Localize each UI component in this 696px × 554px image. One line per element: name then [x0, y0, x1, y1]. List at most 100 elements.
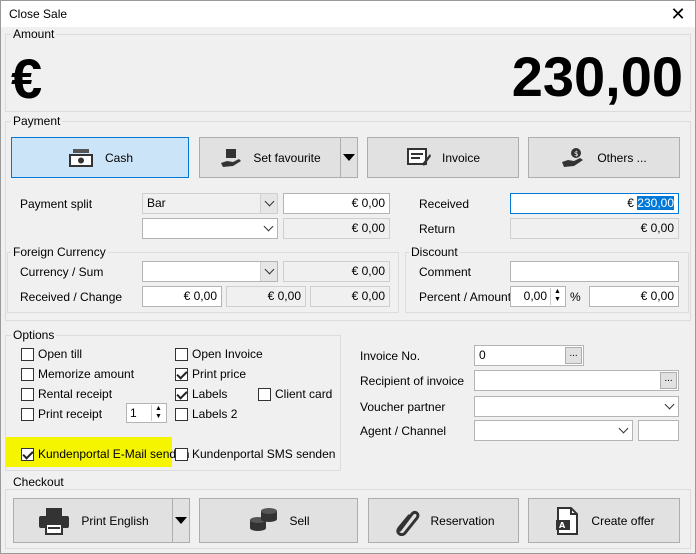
- checkbox-icon: [258, 387, 271, 401]
- labels-checkbox[interactable]: Labels: [175, 387, 227, 401]
- portal-email-label: Kundenportal E-Mail senden: [38, 447, 190, 461]
- memorize-amount-label: Memorize amount: [38, 367, 135, 381]
- amount-value: 230,00: [511, 45, 683, 108]
- checkbox-icon: [175, 347, 188, 361]
- close-icon[interactable]: ✕: [667, 3, 689, 25]
- browse-button[interactable]: ...: [660, 372, 677, 389]
- invoice-no-input[interactable]: 0 ...: [474, 345, 584, 366]
- checkbox-checked-icon: [21, 447, 34, 461]
- currency-sum-label: Currency / Sum: [20, 265, 104, 279]
- percent-stepper[interactable]: 0,00 ▲ ▼: [510, 286, 566, 307]
- others-label: Others ...: [597, 150, 647, 165]
- payment-split-method2-select[interactable]: [142, 218, 278, 239]
- open-invoice-checkbox[interactable]: Open Invoice: [175, 347, 263, 361]
- checkbox-icon: [21, 367, 34, 381]
- set-favourite-label: Set favourite: [253, 150, 321, 165]
- memorize-amount-checkbox[interactable]: Memorize amount: [21, 367, 134, 381]
- print-dropdown-button[interactable]: [172, 498, 190, 543]
- hand-box-icon: [221, 148, 242, 167]
- title-bar: Close Sale ✕: [1, 1, 695, 27]
- chevron-down-icon: [661, 397, 678, 416]
- checkbox-checked-icon: [175, 387, 188, 401]
- print-price-label: Print price: [192, 367, 247, 381]
- client-card-checkbox[interactable]: Client card: [258, 387, 332, 401]
- client-card-label: Client card: [275, 387, 333, 401]
- options-label: Options: [11, 328, 57, 342]
- dropdown-arrow-icon: [343, 154, 355, 161]
- labels2-label: Labels 2: [192, 407, 238, 421]
- spin-icon[interactable]: ▲ ▼: [550, 288, 564, 305]
- received-prefix: €: [627, 196, 638, 210]
- labels2-checkbox[interactable]: Labels 2: [175, 407, 237, 421]
- printer-icon: [39, 507, 70, 535]
- foreign-currency-label: Foreign Currency: [11, 245, 108, 259]
- checkout-label: Checkout: [11, 475, 66, 489]
- return-label: Return: [419, 222, 456, 236]
- chevron-down-icon: [260, 194, 277, 213]
- invoice-no-label: Invoice No.: [360, 349, 421, 363]
- rental-receipt-checkbox[interactable]: Rental receipt: [21, 387, 112, 401]
- print-receipt-label: Print receipt: [38, 407, 103, 421]
- spin-icon[interactable]: ▲ ▼: [151, 405, 165, 421]
- svg-text:A: A: [559, 521, 566, 530]
- payment-split-amount-input[interactable]: € 0,00: [283, 193, 390, 214]
- currency-select[interactable]: [142, 261, 278, 282]
- hand-coin-icon: $: [562, 147, 584, 167]
- others-button[interactable]: $ Others ...: [528, 137, 680, 178]
- percent-value: 0,00: [523, 289, 547, 303]
- print-english-button[interactable]: Print English: [13, 498, 173, 543]
- comment-input[interactable]: [510, 261, 679, 282]
- payment-split-label: Payment split: [20, 197, 93, 211]
- received-value: 230,00: [637, 196, 674, 210]
- sell-button[interactable]: Sell: [199, 498, 358, 543]
- currency-sum-value: € 0,00: [283, 261, 390, 282]
- received-label: Received: [419, 197, 470, 211]
- browse-button[interactable]: ...: [565, 347, 582, 364]
- open-till-label: Open till: [38, 347, 83, 361]
- invoice-button[interactable]: Invoice: [367, 137, 519, 178]
- payment-label: Payment: [11, 114, 63, 128]
- create-offer-button[interactable]: A Create offer: [528, 498, 680, 543]
- checkbox-icon: [21, 387, 34, 401]
- checkbox-icon: [175, 447, 188, 461]
- payment-split-method-select[interactable]: Bar: [142, 193, 278, 214]
- comment-label: Comment: [419, 265, 472, 279]
- cash-icon: [68, 148, 93, 167]
- create-offer-label: Create offer: [591, 513, 655, 528]
- checkbox-icon: [21, 407, 34, 421]
- set-favourite-button[interactable]: Set favourite: [199, 137, 341, 178]
- percent-sign: %: [570, 290, 581, 304]
- print-price-checkbox[interactable]: Print price: [175, 367, 246, 381]
- cash-label: Cash: [104, 150, 133, 165]
- favourite-dropdown-button[interactable]: [340, 137, 358, 178]
- print-english-label: Print English: [81, 513, 149, 528]
- invoice-no-value: 0: [479, 348, 486, 362]
- discount-amount-input[interactable]: € 0,00: [589, 286, 679, 307]
- portal-email-checkbox[interactable]: Kundenportal E-Mail senden: [21, 447, 189, 461]
- amount-label: Amount: [11, 27, 57, 41]
- portal-sms-checkbox[interactable]: Kundenportal SMS senden: [175, 447, 335, 461]
- window-title: Close Sale: [9, 7, 68, 21]
- document-icon: A: [556, 506, 579, 535]
- return-value: € 0,00: [510, 218, 679, 239]
- agent-channel-select[interactable]: [474, 420, 633, 441]
- recipient-input[interactable]: ...: [474, 370, 679, 391]
- voucher-partner-label: Voucher partner: [360, 400, 446, 414]
- received-input[interactable]: € 230,00: [510, 193, 679, 214]
- voucher-partner-select[interactable]: [474, 396, 679, 417]
- reservation-label: Reservation: [430, 513, 495, 528]
- agent-channel-label: Agent / Channel: [360, 424, 447, 438]
- reservation-button[interactable]: Reservation: [368, 498, 519, 543]
- print-receipt-checkbox[interactable]: Print receipt: [21, 407, 102, 421]
- invoice-label: Invoice: [441, 150, 481, 165]
- agent-channel-code-input[interactable]: [638, 420, 679, 441]
- payment-split-amount2: € 0,00: [283, 218, 390, 239]
- receipt-count-stepper[interactable]: 1 ▲ ▼: [126, 403, 167, 423]
- invoice-icon: [406, 147, 431, 166]
- open-till-checkbox[interactable]: Open till: [21, 347, 82, 361]
- cash-button[interactable]: Cash: [11, 137, 189, 178]
- portal-sms-label: Kundenportal SMS senden: [192, 447, 336, 461]
- foreign-received-input[interactable]: € 0,00: [142, 286, 222, 307]
- checkbox-icon: [175, 407, 188, 421]
- labels-label: Labels: [192, 387, 228, 401]
